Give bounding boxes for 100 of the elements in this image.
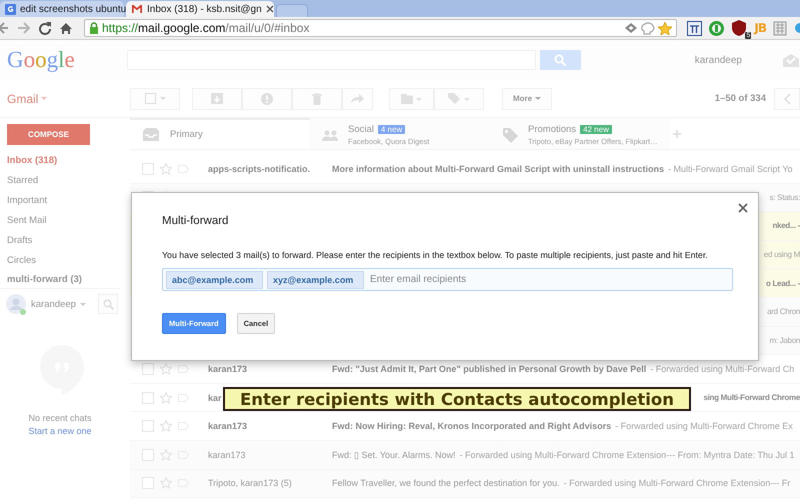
gmail-menu[interactable]: Gmail	[7, 92, 38, 106]
star-icon	[160, 362, 172, 375]
chevron-left-icon	[784, 92, 790, 104]
subject-text: Fellow Traveller, we found the perfect destination for you.	[332, 478, 560, 488]
search-button[interactable]	[540, 50, 581, 70]
inbox-icon	[142, 127, 160, 142]
row-text: sing Multi-Forward Chrome	[703, 393, 800, 402]
tab-label: Primary	[170, 129, 203, 140]
snippet-text: - Multi-Forward Gmail Script Yo	[668, 164, 793, 174]
sidebar-item[interactable]: Important	[0, 190, 130, 210]
dialog-title: Multi-forward	[162, 215, 230, 227]
trash-icon	[312, 92, 322, 104]
new-count-badge: 4 new	[378, 124, 406, 134]
caret-icon	[80, 302, 86, 306]
lock-icon	[89, 22, 99, 34]
row-checkbox[interactable]	[142, 420, 154, 432]
people-icon	[322, 128, 338, 140]
sender-name: Tripoto, karan173 (5)	[208, 478, 293, 488]
sender-name: karan173	[208, 450, 247, 460]
tag-icon	[502, 126, 518, 142]
recipient-chip[interactable]: xyz@example.com	[267, 270, 364, 288]
row-checkbox[interactable]	[142, 362, 154, 375]
folder-caret-icon	[401, 92, 422, 104]
row-text: m: Jabon	[769, 336, 800, 345]
row-checkbox[interactable]	[142, 392, 154, 404]
google-logo: Google	[6, 47, 76, 73]
sidebar-item[interactable]: Starred	[0, 170, 130, 190]
search-icon	[102, 298, 114, 310]
sidebar-item[interactable]: Inbox (318)	[0, 150, 130, 170]
search-icon	[554, 54, 566, 66]
archive-button[interactable]	[192, 88, 242, 110]
gmail-m-icon	[131, 3, 143, 15]
forward-icon	[17, 21, 30, 35]
forward-arrow-icon	[351, 93, 364, 104]
compose-button[interactable]: COMPOSE	[7, 124, 90, 145]
user-name[interactable]: karandeep	[31, 298, 76, 310]
address-bar[interactable]: https://mail.google.com/mail/u/0/#inbox	[84, 19, 678, 37]
star-icon	[160, 448, 172, 461]
sender-name: karan173	[208, 421, 248, 432]
archive-icon	[211, 93, 223, 104]
row-text: ed using M	[764, 250, 800, 260]
pi-extension-icon	[687, 20, 702, 36]
sidebar-item[interactable]: Drafts	[0, 230, 130, 250]
label-caret-icon	[448, 92, 470, 104]
spam-button[interactable]	[242, 88, 292, 110]
google-favicon-icon	[5, 4, 16, 14]
new-tab-button[interactable]	[276, 4, 308, 17]
star-icon	[160, 477, 172, 490]
move-to-button[interactable]	[389, 88, 434, 110]
row-checkbox[interactable]	[142, 448, 154, 461]
snippet-text: - Forwarded using Multi-Forward Chrome Extension--- From: Myntra Date: Thu Jul 1	[460, 450, 795, 460]
avatar-icon	[6, 294, 27, 314]
home-icon	[60, 22, 72, 34]
importance-icon	[178, 364, 189, 374]
close-button[interactable]	[738, 203, 748, 213]
extension-logo[interactable]: JB	[754, 21, 766, 35]
people-search-button[interactable]	[98, 294, 118, 314]
sender-name: karan173	[208, 364, 248, 374]
circle-extension-icon	[794, 21, 800, 35]
subject-text: Fwd: ▯ Set. Your. Alarms. Now!	[332, 450, 456, 460]
row-text: s: Status:	[770, 192, 800, 202]
start-chat-link[interactable]: Start a new one	[0, 426, 120, 436]
delete-button[interactable]	[292, 88, 342, 110]
caret-icon	[535, 97, 542, 100]
sidebar-item[interactable]: Circles	[0, 250, 130, 270]
pagination-text: 1–50 of 334	[714, 93, 766, 104]
tab-label: Social	[348, 124, 374, 134]
exclamation-icon	[261, 92, 273, 104]
sender-name: apps-scripts-notificatio.	[208, 164, 312, 174]
account-name[interactable]: karandeep	[694, 54, 742, 66]
more-button[interactable]: More	[502, 88, 552, 110]
dialog-message: You have selected 3 mail(s) to forward. Please enter the recipients in the textbox below. To paste multiple recipients, just paste and hit Enter.	[162, 250, 709, 260]
recipients-field[interactable]: abc@example.com xyz@example.com Enter email recipients	[162, 268, 733, 291]
snippet-text: - Forwarded using Multi-Forward Chrome Ex	[615, 421, 793, 432]
message-row[interactable]: Tripoto, karan173 (5) Fellow Traveller, we found the perfect destination for you. - Forwarded using Multi-Forward Chrome Extension--- Fr	[130, 470, 800, 498]
row-text: ard Chron	[767, 307, 800, 316]
browser-tab[interactable]: Inbox (318) - ksb.nsit@gn	[126, 1, 274, 17]
labels-button[interactable]	[434, 88, 484, 110]
caret-icon	[41, 97, 48, 100]
tab-label: Promotions	[528, 124, 576, 134]
select-button[interactable]	[130, 88, 180, 110]
subject-text: Fwd: Now Hiring: Reval, Kronos Incorporated and Right Advisors	[332, 421, 612, 432]
close-icon	[266, 5, 274, 13]
snippet-text: - Forwarded using Multi-Forward Chrome Extension--- Fr	[564, 478, 790, 488]
snippet-text: - Forwarded using Multi-Forward Ch	[650, 364, 794, 374]
subject-text: More information about Multi-Forward Gmail Script with uninstall instructions	[332, 164, 664, 174]
forward-button[interactable]	[342, 88, 373, 110]
previous-page-button[interactable]	[774, 88, 800, 110]
recipient-chip[interactable]: abc@example.com	[166, 270, 263, 288]
star-icon	[160, 162, 172, 175]
row-checkbox[interactable]	[142, 162, 154, 175]
brain-icon	[641, 22, 656, 34]
caption-tooltip: Enter recipients with Contacts autocompletion	[223, 387, 691, 411]
star-icon	[160, 392, 172, 404]
browser-tab[interactable]: edit screenshots ubuntu	[0, 1, 124, 17]
url-text: https://mail.google.com/mail/u/0/#inbox	[102, 21, 310, 35]
message-row[interactable]: karan173 Fwd: ▯ Set. Your. Alarms. Now! - Forwarded using Multi-Forward Chrome Extension--- From: Myntra Date: Thu Jul 1	[130, 440, 800, 470]
sidebar-item[interactable]: Sent Mail	[0, 210, 130, 230]
label-heading[interactable]: multi-forward (3)	[0, 274, 120, 289]
row-checkbox[interactable]	[142, 477, 154, 490]
